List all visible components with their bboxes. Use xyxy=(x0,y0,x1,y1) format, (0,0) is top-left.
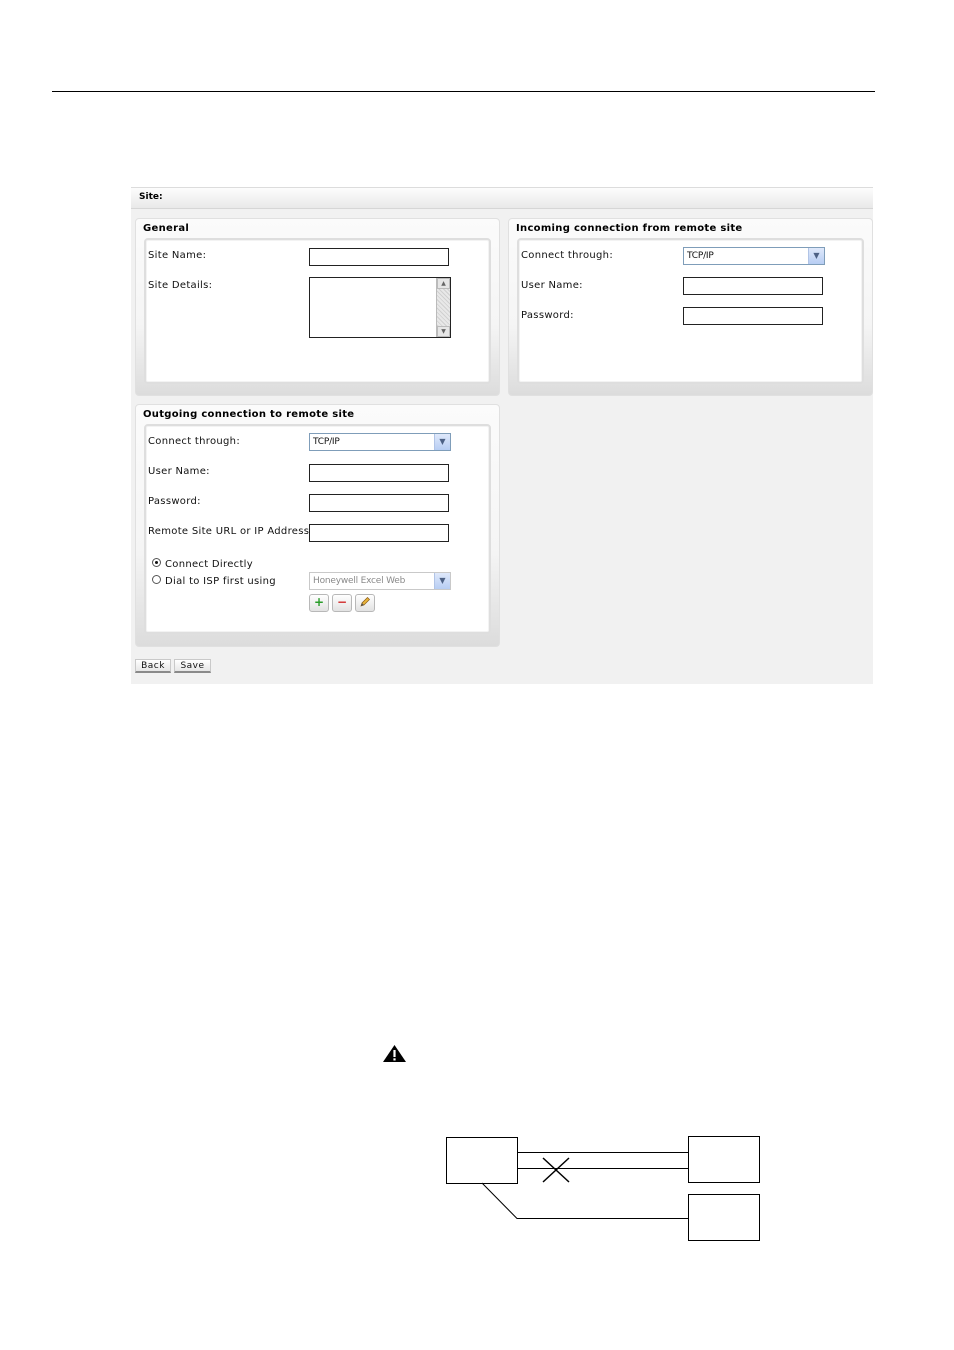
scroll-up-arrow-icon[interactable]: ▲ xyxy=(437,278,450,289)
outgoing-panel-body: Connect through: TCP/IP ▼ User Name: Pas… xyxy=(144,424,491,634)
remote-url-label: Remote Site URL or IP Address: xyxy=(148,526,313,537)
scroll-down-arrow-icon[interactable]: ▼ xyxy=(437,326,450,337)
chevron-down-icon[interactable]: ▼ xyxy=(808,248,824,264)
site-settings-window: Site: General Site Name: Site Details: ▲… xyxy=(131,187,873,684)
site-name-input[interactable] xyxy=(309,248,449,266)
outgoing-connect-select[interactable]: TCP/IP ▼ xyxy=(309,433,451,451)
plus-icon: + xyxy=(313,595,325,609)
pencil-icon xyxy=(360,597,370,607)
outgoing-panel-title: Outgoing connection to remote site xyxy=(143,409,355,420)
general-panel-body: Site Name: Site Details: ▲ ▼ xyxy=(144,238,491,384)
back-button[interactable]: Back xyxy=(135,659,171,673)
connect-directly-label[interactable]: Connect Directly xyxy=(165,559,253,570)
window-title-bar: Site: xyxy=(131,187,873,209)
outgoing-password-label: Password: xyxy=(148,496,201,507)
incoming-connect-label: Connect through: xyxy=(521,250,613,261)
add-isp-button[interactable]: + xyxy=(309,594,329,612)
diagram-right-top-box xyxy=(688,1136,760,1183)
minus-icon: − xyxy=(336,595,348,609)
incoming-panel-title: Incoming connection from remote site xyxy=(516,223,743,234)
general-panel-title: General xyxy=(143,223,190,234)
diagram-left-box xyxy=(446,1137,518,1184)
chevron-down-icon[interactable]: ▼ xyxy=(434,434,450,450)
incoming-password-label: Password: xyxy=(521,310,574,321)
outgoing-panel: Outgoing connection to remote site Conne… xyxy=(135,404,500,647)
isp-select-value: Honeywell Excel Web xyxy=(313,576,406,586)
incoming-user-input[interactable] xyxy=(683,277,823,295)
site-name-label: Site Name: xyxy=(148,250,207,261)
incoming-panel-body: Connect through: TCP/IP ▼ User Name: Pas… xyxy=(517,238,864,384)
save-button[interactable]: Save xyxy=(174,659,211,673)
blocked-x-icon xyxy=(542,1157,570,1183)
window-title: Site: xyxy=(139,192,163,202)
incoming-connect-value: TCP/IP xyxy=(687,251,714,261)
connection-diagram xyxy=(446,1136,760,1241)
incoming-connect-select[interactable]: TCP/IP ▼ xyxy=(683,247,825,265)
diagram-alternate-link xyxy=(481,1182,688,1219)
outgoing-connect-value: TCP/IP xyxy=(313,437,340,447)
incoming-password-input[interactable] xyxy=(683,307,823,325)
outgoing-user-input[interactable] xyxy=(309,464,449,482)
outgoing-user-label: User Name: xyxy=(148,466,210,477)
incoming-user-label: User Name: xyxy=(521,280,583,291)
chevron-down-icon[interactable]: ▼ xyxy=(434,573,450,589)
incoming-panel: Incoming connection from remote site Con… xyxy=(508,218,873,396)
isp-select[interactable]: Honeywell Excel Web ▼ xyxy=(309,572,451,590)
site-details-scrollbar[interactable]: ▲ ▼ xyxy=(436,278,450,337)
site-details-textarea[interactable]: ▲ ▼ xyxy=(309,277,451,338)
dial-isp-radio[interactable] xyxy=(152,575,161,584)
remote-url-input[interactable] xyxy=(309,524,449,542)
outgoing-password-input[interactable] xyxy=(309,494,449,512)
warning-icon xyxy=(383,1045,406,1062)
remove-isp-button[interactable]: − xyxy=(332,594,352,612)
site-details-label: Site Details: xyxy=(148,280,213,291)
dial-isp-label[interactable]: Dial to ISP first using xyxy=(165,576,276,587)
page-header-rule xyxy=(52,91,875,92)
connect-directly-radio[interactable] xyxy=(152,558,161,567)
general-panel: General Site Name: Site Details: ▲ ▼ xyxy=(135,218,500,396)
diagram-right-bottom-box xyxy=(688,1194,760,1241)
edit-isp-button[interactable] xyxy=(355,594,375,612)
outgoing-connect-label: Connect through: xyxy=(148,436,240,447)
